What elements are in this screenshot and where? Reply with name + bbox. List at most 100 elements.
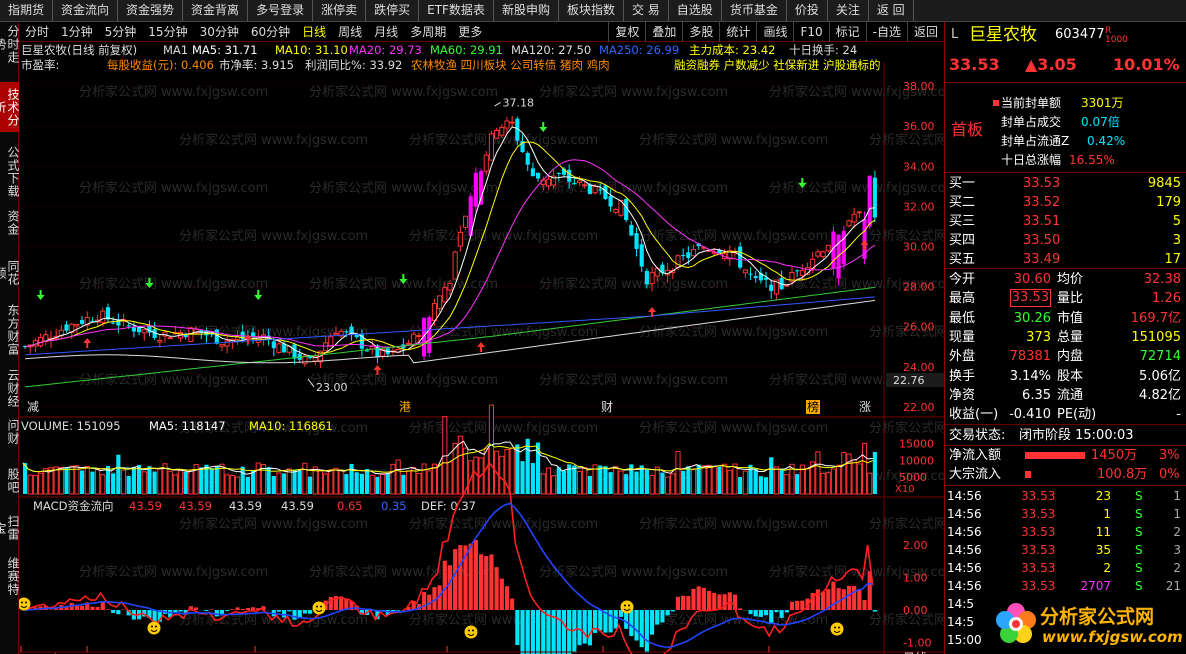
menu-item[interactable]: 多号登录 [248, 0, 314, 21]
event-tag[interactable]: 港 [399, 400, 411, 414]
period-tab[interactable]: 月线 [368, 22, 404, 42]
candle-body [349, 326, 354, 334]
menu-item[interactable]: 交 易 [624, 0, 669, 21]
quote-value: 5.06亿 [1139, 368, 1181, 384]
candle-body [851, 213, 857, 223]
volume-bar [276, 472, 282, 495]
volume-bar [836, 464, 842, 495]
tick-count: 1 [1173, 507, 1181, 521]
chart-tool-button[interactable]: 标记 [828, 21, 866, 42]
chart-tool-button[interactable]: -自选 [865, 21, 907, 42]
volume-unit: X10 [895, 484, 915, 495]
left-tab[interactable]: 云财经 [0, 368, 20, 408]
menu-item[interactable]: 价投 [787, 0, 828, 21]
macd-bar [484, 556, 489, 610]
left-tab[interactable]: 扫雷宝 [0, 510, 20, 546]
quote-label: 收益(一) [949, 407, 999, 423]
chart-tool-button[interactable]: 返回 [906, 21, 944, 42]
left-tab[interactable]: 公式下载 [0, 144, 20, 200]
high-marker [494, 102, 501, 107]
volume-bar [95, 469, 101, 495]
candle-body [567, 169, 572, 182]
chart-tool-button[interactable]: F10 [793, 21, 828, 42]
period-tab[interactable]: 周线 [332, 22, 368, 42]
candle-body [64, 324, 69, 331]
macd-bar [556, 610, 561, 654]
macd-bar [608, 610, 613, 633]
macd-bar [251, 607, 256, 610]
bid-volume: 17 [1164, 252, 1181, 267]
price-tick: 30.00 [903, 241, 935, 254]
volume-bar [328, 469, 334, 495]
left-tab[interactable]: 东方财富 [0, 302, 20, 358]
chart-tool-button[interactable]: 统计 [719, 21, 756, 42]
period-tab[interactable]: 分时 [19, 22, 55, 42]
bid-price: 33.52 [1023, 195, 1061, 210]
watermark-text: 分析家公式网 www.fxjgsw.com [179, 132, 368, 148]
menu-item[interactable]: 返 回 [869, 0, 914, 21]
volume-bar [722, 463, 728, 495]
candle-body [582, 184, 588, 187]
period-tab[interactable]: 多周期 [404, 22, 452, 42]
menu-item[interactable]: 资金背离 [183, 0, 249, 21]
chart-tool-button[interactable]: 多股 [682, 21, 719, 42]
left-tab[interactable]: 问财 [0, 414, 20, 450]
menu-item[interactable]: 货币基金 [722, 0, 787, 21]
event-tag[interactable]: 财 [601, 400, 613, 414]
menu-item[interactable]: ETF数据表 [419, 0, 494, 21]
left-tab[interactable]: 股吧 [0, 458, 20, 504]
menu-item[interactable]: 资金流向 [53, 0, 119, 21]
candle-body [427, 317, 432, 353]
kline-chart[interactable]: 分析家公式网 www.fxjgsw.com 分析家公式网 www.fxjgsw.c… [19, 42, 944, 654]
menu-item[interactable]: 指期货 [0, 0, 54, 21]
period-tab[interactable]: 60分钟 [245, 22, 296, 42]
volume-tick: 5000 [899, 471, 927, 484]
left-tab[interactable]: 技术分析 [0, 82, 20, 132]
bid-volume: 9845 [1147, 176, 1181, 191]
left-tab[interactable]: 分时走势 [0, 24, 20, 64]
volume-bar [411, 467, 417, 495]
macd-bar [453, 549, 458, 610]
volume-bar [147, 466, 152, 494]
bid-volume: 179 [1156, 195, 1181, 210]
menu-item[interactable]: 自选股 [669, 0, 722, 21]
menu-item[interactable]: 关注 [828, 0, 869, 21]
left-tab[interactable]: 同花顺 [0, 254, 20, 292]
candle-body [644, 270, 649, 285]
menu-item[interactable]: 资金强势 [118, 0, 184, 21]
left-tab[interactable]: 资金 [0, 208, 20, 238]
candle-body [795, 270, 800, 272]
period-tab[interactable]: 5分钟 [99, 22, 143, 42]
chart-tool-button[interactable]: 叠加 [645, 21, 682, 42]
watermark-text: 分析家公式网 www.fxjgsw.com [409, 228, 598, 244]
left-tab-bar: 分时走势技术分析公式下载资金同花顺东方财富云财经问财股吧扫雷宝维赛特 [0, 22, 20, 654]
left-tab[interactable]: 维赛特 [0, 554, 20, 598]
macd-bar [769, 610, 774, 623]
menu-item[interactable]: 跌停买 [366, 0, 420, 21]
volume-bar [405, 470, 412, 495]
chart-tool-button[interactable]: 复权 [608, 21, 645, 42]
volume-bar [152, 471, 157, 494]
volume-bar [742, 470, 748, 495]
period-tab[interactable]: 1分钟 [55, 22, 99, 42]
period-tab[interactable]: 日线 [296, 22, 332, 42]
period-tab[interactable]: 更多 [452, 22, 488, 42]
event-tag[interactable]: 减 [27, 400, 39, 414]
period-tab[interactable]: 15分钟 [142, 22, 193, 42]
macd-bar [629, 610, 634, 636]
period-tab[interactable]: 30分钟 [194, 22, 245, 42]
volume-bar [395, 459, 401, 495]
menu-item[interactable]: 新股申购 [494, 0, 559, 21]
menu-item[interactable]: 板块指数 [559, 0, 624, 21]
event-tag[interactable]: 榜 [807, 399, 819, 414]
tick-time: 14:56 [947, 579, 982, 593]
volume-bar [654, 466, 660, 495]
smiley-icon [312, 601, 326, 615]
event-tag[interactable]: 涨 [859, 399, 871, 414]
volume-bar [69, 465, 75, 495]
volume-bar [795, 474, 800, 494]
volume-tick: 15000 [899, 438, 934, 451]
chart-tool-button[interactable]: 画线 [756, 21, 793, 42]
menu-item[interactable]: 涨停卖 [313, 0, 367, 21]
macd-v5: 0.65 [337, 499, 363, 513]
